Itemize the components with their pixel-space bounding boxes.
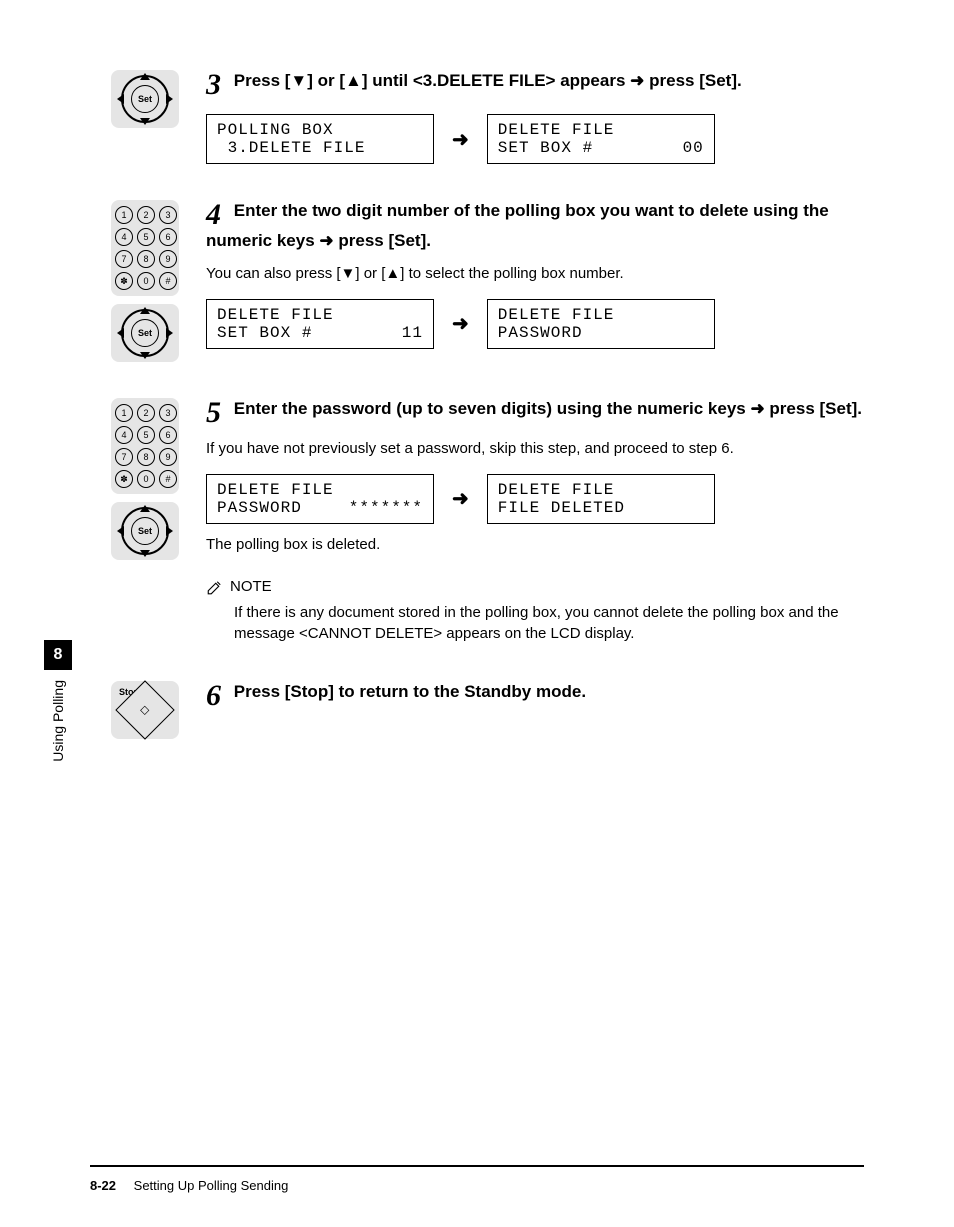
set-button-icon: Set [131,319,159,347]
lcd-line: SET BOX # [498,139,593,157]
set-button-icon: Set [131,85,159,113]
step-3: Set 3 Press [▼] or [▲] until <3.DELETE F… [90,70,864,164]
step-subtext: If you have not previously set a passwor… [206,438,864,460]
chapter-number: 8 [44,640,72,670]
footer-rule [90,1165,864,1167]
lcd-row: POLLING BOX 3.DELETE FILE ➜ DELETE FILE … [206,114,864,164]
step-heading: 5 Enter the password (up to seven digits… [206,398,864,428]
step-6: Stop ◇ 6 Press [Stop] to return to the S… [90,681,864,739]
key-icon: # [159,272,177,290]
nav-pad-icon: Set [111,304,179,362]
lcd-line: PASSWORD [217,499,302,517]
note-body: If there is any document stored in the p… [234,602,864,646]
step-heading: 4 Enter the two digit number of the poll… [206,200,864,253]
step-text-b: press [Set]. [644,71,741,90]
lcd-value: 11 [402,324,423,342]
key-icon: 8 [137,448,155,466]
set-button-icon: Set [131,517,159,545]
stop-button-icon: Stop ◇ [111,681,179,739]
key-icon: 7 [115,448,133,466]
nav-pad-icon: Set [111,502,179,560]
key-icon: 5 [137,228,155,246]
step-number: 5 [206,396,221,429]
arrow-right-icon: ➜ [452,486,469,511]
key-icon: 4 [115,228,133,246]
key-icon: 6 [159,426,177,444]
lcd-display: DELETE FILE SET BOX # 11 [206,299,434,349]
page: 8 Using Polling Set 3 Press [▼] or [▲] u… [0,0,954,1227]
key-icon: 4 [115,426,133,444]
page-footer: 8-22 Setting Up Polling Sending [90,1178,288,1193]
step-number: 3 [206,68,221,101]
step-number: 6 [206,679,221,712]
arrow-inline-icon: ➜ [630,71,644,90]
key-icon: 9 [159,448,177,466]
page-number: 8-22 [90,1178,116,1193]
key-icon: 8 [137,250,155,268]
lcd-value: 00 [683,139,704,157]
footer-title: Setting Up Polling Sending [134,1178,289,1193]
key-icon: 6 [159,228,177,246]
lcd-line: PASSWORD [498,324,704,342]
lcd-display: POLLING BOX 3.DELETE FILE [206,114,434,164]
arrow-inline-icon: ➜ [750,399,764,418]
chapter-label: Using Polling [50,680,66,762]
step-heading: 3 Press [▼] or [▲] until <3.DELETE FILE>… [206,70,864,100]
key-icon: ✽ [115,272,133,290]
lcd-line: DELETE FILE [498,306,704,324]
key-icon: 2 [137,404,155,422]
step-4: 1 2 3 4 5 6 7 8 9 ✽ 0 # Set 4 Enter the … [90,200,864,362]
lcd-row: DELETE FILE PASSWORD ******* ➜ DELETE FIL… [206,474,864,524]
key-icon: 3 [159,206,177,224]
lcd-line: SET BOX # [217,324,312,342]
lcd-line: POLLING BOX [217,121,423,139]
lcd-display: DELETE FILE PASSWORD [487,299,715,349]
step-text-a: Press [▼] or [▲] until <3.DELETE FILE> a… [234,71,630,90]
lcd-value: ******* [349,499,423,517]
note-label: NOTE [230,578,272,595]
lcd-line: DELETE FILE [498,481,704,499]
lcd-line: 3.DELETE FILE [217,139,423,157]
step-subtext: You can also press [▼] or [▲] to select … [206,263,864,285]
lcd-line: FILE DELETED [498,499,704,517]
key-icon: 2 [137,206,155,224]
step-5: 1 2 3 4 5 6 7 8 9 ✽ 0 # Set 5 Enter the … [90,398,864,645]
lcd-line: DELETE FILE [217,481,423,499]
numeric-keypad-icon: 1 2 3 4 5 6 7 8 9 ✽ 0 # [111,398,179,494]
step-text-b: press [Set]. [765,399,862,418]
key-icon: 7 [115,250,133,268]
step-text: Press [Stop] to return to the Standby mo… [234,682,586,701]
key-icon: ✽ [115,470,133,488]
step-heading: 6 Press [Stop] to return to the Standby … [206,681,864,711]
key-icon: 1 [115,206,133,224]
key-icon: 0 [137,470,155,488]
chapter-tab: 8 Using Polling [44,640,72,762]
lcd-row: DELETE FILE SET BOX # 11 ➜ DELETE FILE PA… [206,299,864,349]
lcd-display: DELETE FILE SET BOX # 00 [487,114,715,164]
nav-pad-icon: Set [111,70,179,128]
lcd-display: DELETE FILE FILE DELETED [487,474,715,524]
step-text-a: Enter the password (up to seven digits) … [234,399,751,418]
key-icon: # [159,470,177,488]
note-header: NOTE [206,578,864,596]
key-icon: 5 [137,426,155,444]
arrow-right-icon: ➜ [452,127,469,152]
key-icon: 3 [159,404,177,422]
key-icon: 9 [159,250,177,268]
step-aftertext: The polling box is deleted. [206,534,864,556]
lcd-display: DELETE FILE PASSWORD ******* [206,474,434,524]
numeric-keypad-icon: 1 2 3 4 5 6 7 8 9 ✽ 0 # [111,200,179,296]
key-icon: 1 [115,404,133,422]
note-icon [206,578,224,596]
stop-glyph-icon: ◇ [140,703,149,717]
key-icon: 0 [137,272,155,290]
lcd-line: DELETE FILE [217,306,423,324]
lcd-line: DELETE FILE [498,121,704,139]
arrow-right-icon: ➜ [452,311,469,336]
step-number: 4 [206,198,221,231]
step-text-a: Enter the two digit number of the pollin… [206,201,829,250]
arrow-inline-icon: ➜ [319,231,333,250]
step-text-b: press [Set]. [334,231,431,250]
